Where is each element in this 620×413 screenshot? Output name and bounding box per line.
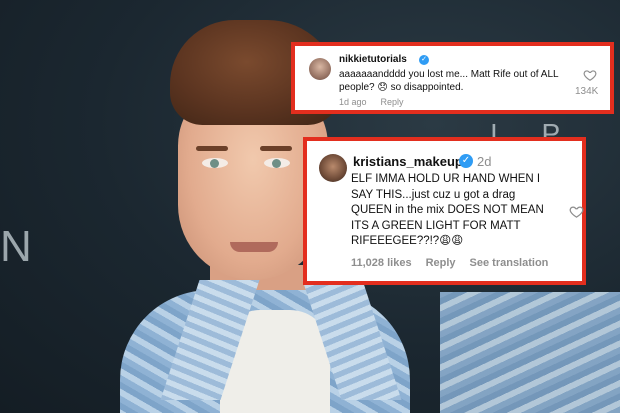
comment-age: 2d xyxy=(477,154,492,169)
verified-badge-icon: ✓ xyxy=(459,154,473,168)
reply-button[interactable]: Reply xyxy=(381,97,404,107)
avatar[interactable] xyxy=(309,58,331,80)
heart-outline-icon[interactable] xyxy=(569,204,584,219)
comment-text: ELF IMMA HOLD UR HAND WHEN I SAY THIS...… xyxy=(351,173,544,247)
comment-username[interactable]: nikkietutorials xyxy=(339,54,407,65)
comment-text: aaaaaaandddd you lost me... Matt Rife ou… xyxy=(339,69,559,93)
comment-card-kristians-makeup: kristians_makeup ✓ 2d ELF IMMA HOLD UR H… xyxy=(303,137,586,285)
see-translation-link[interactable]: See translation xyxy=(470,257,549,269)
eyebrow-left xyxy=(196,146,228,151)
eye-left xyxy=(202,158,228,168)
mouth xyxy=(230,242,278,252)
like-count: 134K xyxy=(575,86,599,97)
eye-right xyxy=(264,158,290,168)
comment-age: 1d ago xyxy=(339,97,367,107)
eyebrow-right xyxy=(260,146,292,151)
avatar[interactable] xyxy=(319,154,347,182)
heart-outline-icon[interactable] xyxy=(583,68,597,82)
jacket-shoulder xyxy=(440,292,620,413)
background-wordmark-fragment: N xyxy=(0,222,50,271)
comment-username[interactable]: kristians_makeup xyxy=(353,154,463,169)
reply-button[interactable]: Reply xyxy=(426,257,456,269)
comment-card-nikkietutorials: nikkietutorials ✓ aaaaaaandddd you lost … xyxy=(291,42,614,114)
verified-badge-icon: ✓ xyxy=(419,55,429,65)
comment-meta: 1d ago Reply xyxy=(339,97,404,107)
comment-meta: 11,028 likes Reply See translation xyxy=(351,257,548,269)
likes-count-link[interactable]: 11,028 likes xyxy=(351,257,412,269)
